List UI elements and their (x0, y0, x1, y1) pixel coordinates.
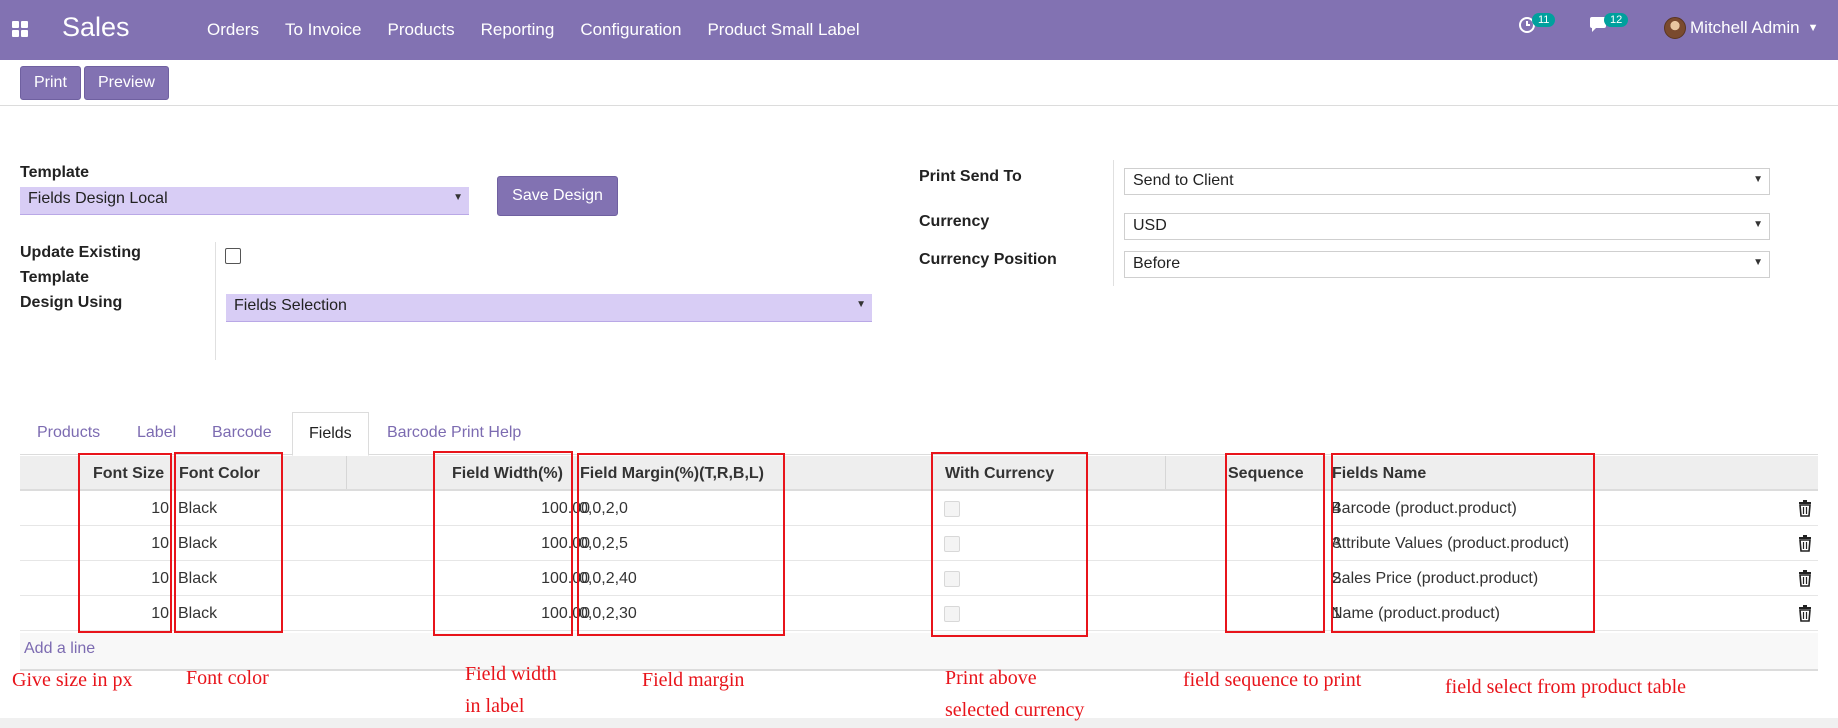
template-value: Fields Design Local (28, 190, 168, 207)
annotation-box-sequence (1225, 453, 1325, 633)
table-footer (20, 633, 1818, 671)
top-navbar: Sales Orders To Invoice Products Reporti… (0, 0, 1838, 60)
print-send-to-label: Print Send To (919, 168, 1022, 185)
messages-badge: 12 (1604, 13, 1629, 28)
user-name: Mitchell Admin (1690, 18, 1800, 37)
menu-to-invoice[interactable]: To Invoice (285, 20, 362, 40)
chevron-down-icon: ▼ (453, 192, 463, 203)
apps-grid-icon[interactable] (12, 21, 28, 37)
activity-menu[interactable]: 11 (1518, 13, 1559, 34)
currency-select[interactable]: USD ▼ (1124, 213, 1770, 240)
chevron-down-icon: ▼ (1753, 257, 1763, 268)
template-select[interactable]: Fields Design Local ▼ (20, 187, 469, 215)
annotation-box-with-currency (931, 452, 1088, 637)
save-design-button[interactable]: Save Design (497, 176, 618, 216)
tab-barcode-print-help[interactable]: Barcode Print Help (387, 424, 521, 442)
note-font-color: Font color (186, 667, 269, 689)
add-a-line-link[interactable]: Add a line (24, 640, 95, 658)
menu-products[interactable]: Products (388, 20, 455, 40)
page-bottom-strip (0, 718, 1838, 728)
chevron-down-icon: ▼ (856, 299, 866, 310)
field-separator (1113, 160, 1114, 286)
trash-icon[interactable] (1798, 570, 1812, 587)
design-using-select[interactable]: Fields Selection ▼ (226, 294, 872, 322)
note-fields-name: field select from product table (1445, 676, 1687, 698)
tab-products[interactable]: Products (37, 424, 100, 442)
main-menu: Orders To Invoice Products Reporting Con… (207, 20, 886, 40)
trash-icon[interactable] (1798, 535, 1812, 552)
print-send-to-select[interactable]: Send to Client ▼ (1124, 168, 1770, 195)
tab-barcode[interactable]: Barcode (212, 424, 272, 442)
currency-position-select[interactable]: Before ▼ (1124, 251, 1770, 278)
annotation-box-field-margin (577, 453, 785, 636)
menu-product-small-label[interactable]: Product Small Label (707, 20, 859, 40)
chevron-down-icon: ▼ (1753, 219, 1763, 230)
print-send-to-value: Send to Client (1133, 172, 1234, 189)
messages-menu[interactable]: 12 (1588, 13, 1632, 34)
menu-configuration[interactable]: Configuration (580, 20, 681, 40)
trash-icon[interactable] (1798, 605, 1812, 622)
update-existing-label: Update Existing (20, 244, 141, 261)
app-brand[interactable]: Sales (62, 12, 130, 43)
note-sequence: field sequence to print (1183, 669, 1362, 691)
field-separator (215, 242, 216, 360)
design-using-label: Design Using (20, 294, 123, 311)
note-field-width-1: Field width (465, 663, 557, 685)
currency-label: Currency (919, 213, 990, 230)
menu-orders[interactable]: Orders (207, 20, 259, 40)
template-label: Template (20, 164, 90, 181)
menu-reporting[interactable]: Reporting (481, 20, 555, 40)
tab-label[interactable]: Label (137, 424, 176, 442)
note-field-width-2: in label (465, 695, 525, 717)
note-field-margin: Field margin (642, 669, 745, 691)
chevron-down-icon: ▼ (1807, 22, 1819, 34)
trash-icon[interactable] (1798, 500, 1812, 517)
user-menu[interactable]: Mitchell Admin ▼ (1664, 17, 1819, 39)
annotation-box-font-color (174, 452, 283, 633)
update-existing-label-2: Template (20, 269, 90, 286)
annotation-box-field-width (433, 451, 573, 636)
notebook-tabs: Products Label Barcode Fields Barcode Pr… (20, 412, 1818, 456)
column-separator (1165, 456, 1166, 489)
design-using-value: Fields Selection (234, 297, 347, 314)
currency-position-value: Before (1133, 255, 1181, 272)
preview-button[interactable]: Preview (84, 66, 169, 100)
note-font-size: Give size in px (12, 669, 133, 691)
activity-badge: 11 (1532, 13, 1556, 28)
currency-value: USD (1133, 217, 1167, 234)
print-button[interactable]: Print (20, 66, 81, 100)
chevron-down-icon: ▼ (1753, 174, 1763, 185)
annotation-box-fields-name (1331, 453, 1595, 633)
currency-position-label: Currency Position (919, 251, 1057, 268)
note-with-currency-1: Print above (945, 667, 1037, 689)
update-existing-checkbox[interactable] (225, 248, 241, 264)
note-with-currency-2: selected currency (945, 699, 1085, 721)
avatar (1664, 17, 1686, 39)
annotation-box-font-size (78, 453, 172, 633)
tab-fields[interactable]: Fields (292, 412, 369, 456)
column-separator (346, 456, 347, 489)
control-panel: Print Preview (0, 60, 1838, 106)
